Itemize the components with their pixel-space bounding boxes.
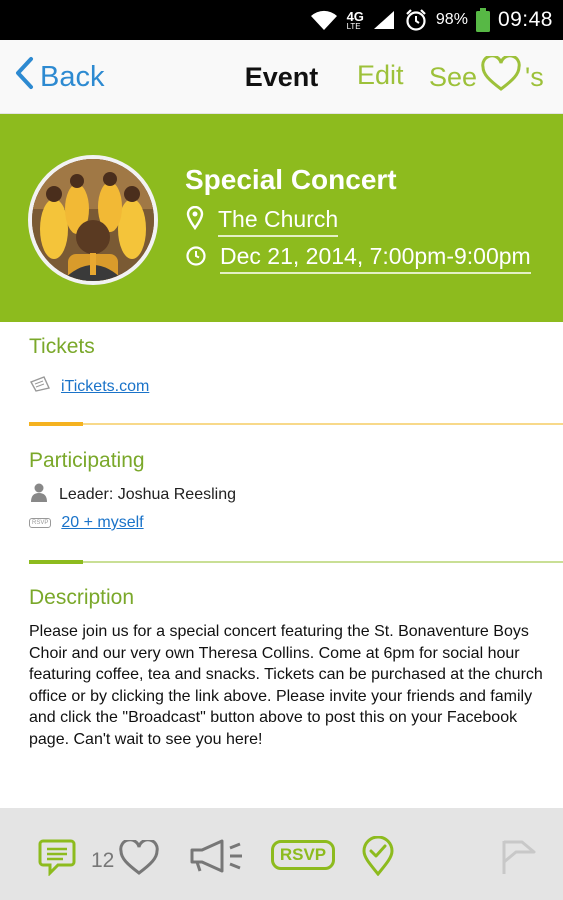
see-suffix: 's [525, 61, 544, 92]
rsvp-button[interactable]: RSVP [271, 840, 335, 870]
event-title: Special Concert [185, 164, 397, 195]
flag-icon [500, 838, 538, 881]
rsvp-count-row: RSVP 20 + myself [29, 514, 144, 532]
person-icon [29, 482, 49, 507]
clock-icon [186, 245, 206, 272]
rsvp-icon: RSVP [29, 518, 52, 528]
heart-icon [118, 838, 160, 881]
edit-button[interactable]: Edit [357, 60, 404, 91]
megaphone-icon [188, 838, 246, 879]
event-datetime-link[interactable]: Dec 21, 2014, 7:00pm-9:00pm [220, 243, 531, 274]
network-indicator: 4G LTE [347, 10, 364, 31]
battery-icon [475, 8, 490, 32]
tickets-divider-accent [29, 422, 83, 426]
participating-heading: Participating [29, 449, 145, 472]
tickets-heading: Tickets [29, 335, 95, 358]
event-header: Special Concert The Church Dec 21, 2014,… [0, 114, 563, 322]
comment-icon [38, 838, 76, 881]
page-title-text: Event [244, 62, 319, 92]
location-pin-icon [186, 205, 204, 236]
like-button[interactable]: 12 [91, 838, 160, 881]
back-button[interactable]: Back [14, 54, 104, 100]
status-icons: 4G LTE 98% 09:48 [309, 0, 553, 40]
like-count: 12 [91, 848, 115, 872]
nav-bar: Back Event Edit See 's [0, 40, 563, 114]
leader-text: Leader: Joshua Reesling [59, 485, 237, 503]
leader-row: Leader: Joshua Reesling [29, 482, 236, 507]
event-location[interactable]: The Church [186, 204, 339, 238]
comment-button[interactable] [38, 838, 76, 881]
status-bar: 4G LTE 98% 09:48 [0, 0, 563, 40]
tickets-row: iTickets.com [29, 376, 149, 397]
back-chevron-icon [14, 56, 34, 98]
see-label: See [429, 61, 478, 92]
ticket-icon [29, 376, 51, 397]
battery-percent: 98% [435, 11, 468, 28]
event-photo [28, 155, 158, 285]
signal-icon [372, 9, 396, 31]
rsvp-button-label: RSVP [271, 840, 335, 870]
alarm-icon [404, 8, 428, 32]
participating-divider [29, 560, 563, 564]
broadcast-button[interactable] [188, 838, 246, 879]
description-text: Please join us for a special concert fea… [29, 623, 543, 748]
heart-icon [481, 53, 521, 99]
wifi-icon [309, 9, 339, 31]
event-datetime[interactable]: Dec 21, 2014, 7:00pm-9:00pm [186, 241, 531, 275]
see-likes-button[interactable]: See 's [429, 53, 544, 100]
tickets-divider [29, 422, 563, 426]
event-location-link[interactable]: The Church [218, 206, 339, 237]
back-label: Back [40, 60, 105, 93]
description-heading: Description [29, 586, 135, 609]
clock-time: 09:48 [497, 8, 553, 31]
checkin-button[interactable] [361, 835, 395, 881]
network-type: 4G [346, 8, 364, 24]
participating-divider-accent [29, 560, 83, 564]
tickets-link[interactable]: iTickets.com [61, 378, 149, 396]
checkin-icon [361, 835, 395, 881]
flag-button[interactable] [500, 838, 538, 881]
rsvp-count-link[interactable]: 20 + myself [61, 514, 143, 532]
network-subtype: LTE [346, 21, 361, 31]
action-bar: 12 RSVP [0, 808, 563, 900]
